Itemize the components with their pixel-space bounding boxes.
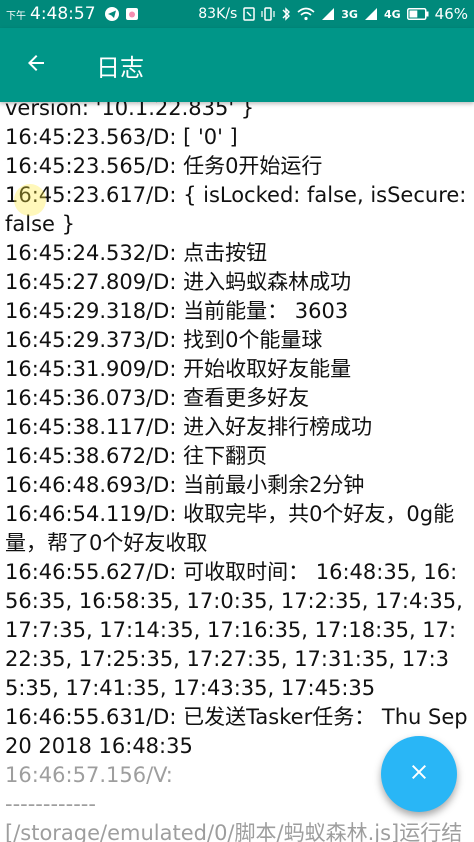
log-line: 16:45:23.563/D: [ '0' ] bbox=[5, 125, 238, 149]
log-line: 16:45:31.909/D: 开始收取好友能量 bbox=[5, 357, 352, 381]
log-line: 16:46:54.119/D: 收取完毕，共0个好友，0g能量，帮了0个好友收取 bbox=[5, 502, 455, 555]
log-line: 16:45:36.073/D: 查看更多好友 bbox=[5, 386, 310, 410]
status-right: 83K/s 3G 4G 46% bbox=[198, 5, 468, 23]
log-line: 16:46:48.693/D: 当前最小剩余2分钟 bbox=[5, 473, 365, 497]
cat-icon bbox=[124, 6, 140, 22]
sim1-signal-icon bbox=[321, 7, 335, 21]
log-line: 16:45:23.565/D: 任务0开始运行 bbox=[5, 154, 323, 178]
log-line: 16:45:29.373/D: 找到0个能量球 bbox=[5, 328, 323, 352]
log-line: 16:45:29.318/D: 当前能量： 3603 bbox=[5, 299, 349, 323]
network-4g: 4G bbox=[383, 7, 401, 21]
log-line: [/storage/emulated/0/脚本/蚂蚁森林.js]运行结束，用时9… bbox=[5, 821, 463, 842]
log-line: version: '10.1.22.835' } bbox=[5, 102, 255, 120]
wifi-icon bbox=[297, 7, 315, 21]
status-bar: 下午 4:48:57 83K/s 3G 4G 46% bbox=[0, 0, 474, 28]
net-speed: 83K/s bbox=[198, 6, 238, 22]
sim2-signal-icon bbox=[364, 7, 378, 21]
log-list[interactable]: version: '10.1.22.835' } 16:45:23.563/D: … bbox=[0, 102, 474, 842]
log-line: 16:45:24.532/D: 点击按钮 bbox=[5, 241, 268, 265]
log-line: 16:45:27.809/D: 进入蚂蚁森林成功 bbox=[5, 270, 352, 294]
back-button[interactable] bbox=[0, 28, 72, 102]
status-ampm: 下午 bbox=[6, 10, 26, 22]
vibrate-icon bbox=[261, 6, 275, 22]
log-line: 16:46:55.627/D: 可收取时间： 16:48:35, 16:56:3… bbox=[5, 560, 470, 700]
status-time: 4:48:57 bbox=[30, 4, 96, 24]
close-fab-button[interactable] bbox=[381, 736, 457, 812]
app-bar: 日志 bbox=[0, 28, 474, 102]
signal-icon bbox=[243, 6, 256, 22]
network-3g: 3G bbox=[341, 7, 358, 21]
log-line: 16:45:23.617/D: { isLocked: false, isSec… bbox=[5, 183, 474, 236]
arrow-back-icon bbox=[24, 51, 48, 79]
battery-percent: 46% bbox=[434, 5, 468, 23]
log-content: version: '10.1.22.835' } 16:45:23.563/D: … bbox=[5, 102, 469, 842]
status-left: 下午 4:48:57 bbox=[6, 4, 140, 24]
close-icon bbox=[407, 760, 431, 788]
log-line: 16:45:38.672/D: 往下翻页 bbox=[5, 444, 268, 468]
telegram-icon bbox=[104, 6, 120, 22]
bluetooth-icon bbox=[281, 6, 291, 22]
battery-icon bbox=[406, 8, 429, 20]
log-line: 16:45:38.117/D: 进入好友排行榜成功 bbox=[5, 415, 373, 439]
page-title: 日志 bbox=[96, 53, 144, 82]
